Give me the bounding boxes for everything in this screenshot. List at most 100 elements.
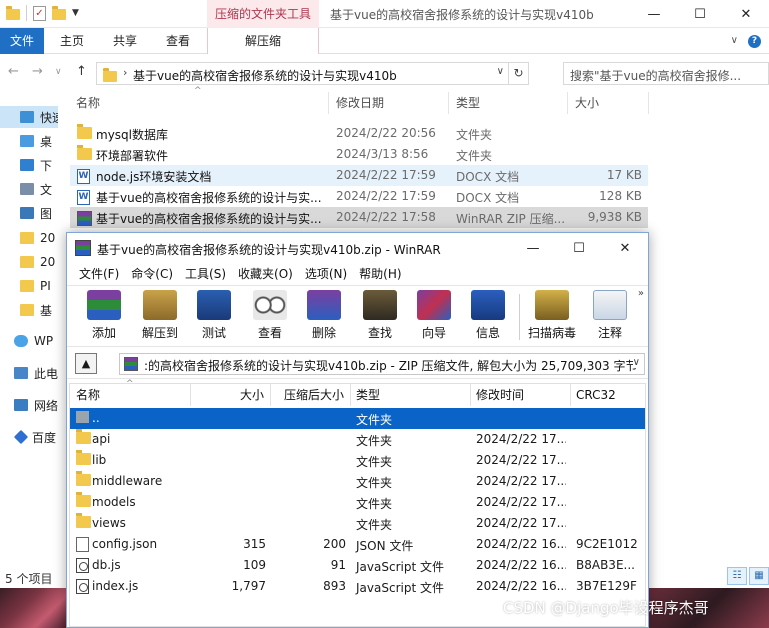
- folder-icon: [76, 429, 91, 444]
- column-header-name[interactable]: 名称: [76, 92, 100, 114]
- close-button[interactable]: ✕: [602, 233, 648, 263]
- archive-row[interactable]: models 文件夹 2024/2/22 17...: [70, 492, 645, 513]
- menu-help[interactable]: 帮助(H): [353, 263, 407, 285]
- scan-virus-button[interactable]: 扫描病毒: [525, 290, 579, 344]
- column-header-packed[interactable]: 压缩后大小: [284, 384, 344, 406]
- menu-favorites[interactable]: 收藏夹(O): [232, 263, 299, 285]
- archive-row[interactable]: db.js 109 91 JavaScript 文件 2024/2/22 16.…: [70, 555, 645, 576]
- wizard-icon: [417, 290, 451, 320]
- file-row[interactable]: mysql数据库 2024/2/22 20:56 文件夹: [70, 123, 648, 144]
- customize-toolbar-icon[interactable]: ▼: [72, 8, 79, 18]
- sort-ascending-icon: ^: [126, 379, 134, 389]
- up-arrow-icon[interactable]: ↑: [76, 64, 87, 79]
- chevron-right-icon[interactable]: ›: [123, 66, 127, 79]
- nav-item-pictures[interactable]: 图: [0, 202, 58, 224]
- extract-icon: [143, 290, 177, 320]
- archive-row[interactable]: index.js 1,797 893 JavaScript 文件 2024/2/…: [70, 576, 645, 597]
- cloud-icon: [14, 335, 28, 347]
- nav-item-quick-access[interactable]: 快速: [0, 106, 58, 128]
- tab-extract[interactable]: 解压缩: [207, 28, 319, 54]
- archive-row[interactable]: config.json 315 200 JSON 文件 2024/2/22 16…: [70, 534, 645, 555]
- nav-item-folder[interactable]: 20: [0, 251, 58, 273]
- column-header-type[interactable]: 类型: [356, 384, 380, 406]
- maximize-button[interactable]: ☐: [556, 233, 602, 263]
- nav-item-baidu[interactable]: 百度: [0, 426, 58, 448]
- archive-row[interactable]: views 文件夹 2024/2/22 17...: [70, 513, 645, 534]
- column-header-size[interactable]: 大小: [240, 384, 264, 406]
- tab-share[interactable]: 共享: [113, 28, 137, 54]
- archive-path-dropdown[interactable]: :的高校宿舍报修系统的设计与实现v410b.zip - ZIP 压缩文件, 解包…: [119, 353, 645, 375]
- add-button[interactable]: 添加: [77, 290, 131, 344]
- file-row[interactable]: 环境部署软件 2024/3/13 8:56 文件夹: [70, 144, 648, 165]
- view-button[interactable]: 查看: [243, 290, 297, 344]
- column-header-size[interactable]: 大小: [575, 92, 599, 114]
- archive-row[interactable]: lib 文件夹 2024/2/22 17...: [70, 450, 645, 471]
- tab-view[interactable]: 查看: [166, 28, 190, 54]
- nav-item-wps[interactable]: WP: [0, 330, 58, 352]
- view-glasses-icon: [253, 290, 287, 320]
- folder-icon[interactable]: [6, 5, 20, 20]
- properties-icon[interactable]: ✓: [33, 5, 46, 21]
- nav-item-downloads[interactable]: 下: [0, 154, 58, 176]
- info-button[interactable]: 信息: [461, 290, 515, 344]
- test-button[interactable]: 测试: [187, 290, 241, 344]
- comment-icon: [593, 290, 627, 320]
- folder-icon: [20, 304, 34, 316]
- new-folder-icon[interactable]: [52, 5, 66, 20]
- folder-icon: [77, 145, 92, 160]
- file-row[interactable]: W 基于vue的高校宿舍报修系统的设计与实... 2024/2/22 17:59…: [70, 186, 648, 207]
- menu-options[interactable]: 选项(N): [299, 263, 353, 285]
- file-row[interactable]: W node.js环境安装文档 2024/2/22 17:59 DOCX 文档 …: [70, 165, 648, 186]
- column-header-modified[interactable]: 修改时间: [476, 384, 524, 406]
- details-view-icon[interactable]: ☷: [727, 567, 747, 585]
- nav-item-this-pc[interactable]: 此电: [0, 362, 58, 384]
- extract-to-button[interactable]: 解压到: [133, 290, 187, 344]
- expand-ribbon-icon[interactable]: ∨: [731, 35, 738, 48]
- folder-icon: [77, 124, 92, 139]
- toolbar-overflow-icon[interactable]: »: [638, 288, 644, 299]
- nav-item-folder[interactable]: PI: [0, 275, 58, 297]
- menu-commands[interactable]: 命令(C): [125, 263, 179, 285]
- search-input[interactable]: 搜索"基于vue的高校宿舍报修...: [563, 62, 769, 85]
- comment-button[interactable]: 注释: [583, 290, 637, 344]
- find-button[interactable]: 查找: [353, 290, 407, 344]
- column-header-crc32[interactable]: CRC32: [576, 384, 616, 406]
- chevron-down-icon[interactable]: ∨: [632, 357, 640, 368]
- delete-button[interactable]: 删除: [297, 290, 351, 344]
- large-icons-view-icon[interactable]: ▦: [749, 567, 769, 585]
- nav-item-network[interactable]: 网络: [0, 394, 58, 416]
- wizard-button[interactable]: 向导: [407, 290, 461, 344]
- archive-row[interactable]: api 文件夹 2024/2/22 17...: [70, 429, 645, 450]
- tab-home[interactable]: 主页: [60, 28, 84, 54]
- minimize-button[interactable]: —: [631, 0, 677, 28]
- refresh-icon[interactable]: ↻: [508, 63, 528, 84]
- maximize-button[interactable]: ☐: [677, 0, 723, 28]
- address-box[interactable]: › 基于vue的高校宿舍报修系统的设计与实现v410b ∨ ↻: [96, 62, 529, 85]
- archive-row[interactable]: middleware 文件夹 2024/2/22 17...: [70, 471, 645, 492]
- file-row[interactable]: 基于vue的高校宿舍报修系统的设计与实... 2024/2/22 17:58 W…: [70, 207, 648, 228]
- column-header-date[interactable]: 修改日期: [336, 92, 384, 114]
- menu-file[interactable]: 文件(F): [73, 263, 125, 285]
- js-file-icon: [76, 558, 89, 573]
- archive-row[interactable]: .. 文件夹: [70, 408, 645, 429]
- address-path[interactable]: 基于vue的高校宿舍报修系统的设计与实现v410b: [133, 67, 397, 84]
- chevron-down-icon[interactable]: ∨: [497, 66, 504, 77]
- baidu-icon: [13, 429, 29, 445]
- help-icon[interactable]: ?: [748, 35, 761, 48]
- recent-locations-icon[interactable]: ∨: [55, 67, 62, 77]
- up-one-level-icon[interactable]: ▲: [75, 353, 97, 374]
- back-arrow-icon[interactable]: ←: [8, 64, 19, 79]
- nav-item-folder[interactable]: 20: [0, 227, 58, 249]
- column-header-type[interactable]: 类型: [456, 92, 480, 114]
- delete-icon: [307, 290, 341, 320]
- forward-arrow-icon[interactable]: →: [32, 64, 43, 79]
- close-button[interactable]: ✕: [723, 0, 769, 28]
- compressed-folder-tools-tab[interactable]: 压缩的文件夹工具: [207, 0, 319, 28]
- column-header-name[interactable]: 名称: [76, 384, 100, 406]
- menu-tools[interactable]: 工具(S): [179, 263, 232, 285]
- minimize-button[interactable]: —: [510, 233, 556, 263]
- tab-file[interactable]: 文件: [0, 28, 44, 54]
- nav-item-documents[interactable]: 文: [0, 178, 58, 200]
- nav-item-folder[interactable]: 基: [0, 299, 58, 321]
- nav-item-desktop[interactable]: 桌: [0, 130, 58, 152]
